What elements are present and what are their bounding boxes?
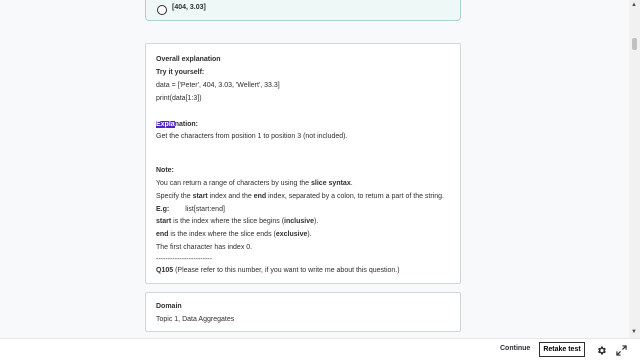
gear-icon[interactable] [596, 343, 607, 355]
scrollbar-thumb[interactable] [632, 38, 637, 50]
scroll-down-arrow-icon[interactable]: ▼ [631, 329, 637, 335]
vertical-scrollbar[interactable]: ▲ ▼ [629, 0, 640, 338]
end-text-pre: is the index where the slice ends ( [168, 231, 276, 238]
scroll-up-arrow-icon[interactable]: ▲ [631, 2, 637, 8]
continue-button[interactable]: Continue [500, 345, 530, 352]
question-id: Q105 [156, 267, 174, 274]
explanation-heading: Overall explanation [156, 56, 221, 63]
exclusive-term: exclusive [275, 231, 308, 238]
end-term: end [253, 193, 267, 200]
footer-bar: Continue Retake test [0, 338, 640, 360]
note-line-1-pre: You can return a range of characters by … [156, 180, 312, 187]
explanation-text: Get the characters from position 1 to po… [156, 133, 348, 140]
slice-syntax-term: slice syntax [311, 180, 351, 187]
start-word: start [156, 218, 172, 225]
note-label: Note: [156, 167, 174, 174]
example-label: E.g: [156, 206, 170, 213]
domain-value: Topic 1, Data Aggregates [156, 316, 235, 323]
explanation-label-rest: nation: [174, 121, 199, 128]
note-line-2-c: index and the [207, 193, 254, 200]
end-description: end is the index where the slice ends (e… [156, 230, 312, 239]
answer-option-text: [404, 3.03] [172, 4, 206, 11]
end-text-post: ). [307, 231, 312, 238]
note-line-2-a: Specify the [156, 193, 193, 200]
expand-icon[interactable] [616, 343, 627, 356]
try-it-label: Try it yourself: [156, 69, 205, 76]
explanation-label: Explanation: [156, 120, 198, 129]
explanation-card: Overall explanation Try it yourself: dat… [145, 43, 461, 284]
answer-option-card[interactable]: [404, 3.03] [145, 0, 461, 21]
domain-card: Domain Topic 1, Data Aggregates [145, 292, 461, 332]
first-char-note: The first character has index 0. [156, 244, 253, 251]
start-text-pre: is the index where the slice begins ( [171, 218, 285, 225]
radio-button[interactable] [157, 5, 167, 15]
retake-test-button[interactable]: Retake test [539, 342, 585, 357]
start-term: start [192, 193, 208, 200]
note-line-2: Specify the start index and the end inde… [156, 192, 444, 201]
text-selection-highlight: Expla [156, 121, 175, 128]
separator-line: ------------------------ [156, 256, 212, 263]
end-word: end [156, 231, 169, 238]
domain-label: Domain [156, 303, 182, 310]
code-line-2: print(data[1:3]) [156, 95, 202, 102]
start-description: start is the index where the slice begin… [156, 217, 318, 226]
note-line-2-e: index, separated by a colon, to return a… [266, 193, 444, 200]
start-text-post: ). [314, 218, 319, 225]
inclusive-term: inclusive [284, 218, 314, 225]
example-line: E.g: list[start:end] [156, 205, 225, 214]
main-content: [404, 3.03] Overall explanation Try it y… [0, 0, 629, 338]
code-line-1: data = ['Peter', 404, 3.03, 'Wellert', 3… [156, 82, 280, 89]
question-id-line: Q105 (Please refer to this number, if yo… [156, 266, 400, 275]
note-line-1-post: . [350, 180, 353, 187]
question-id-text: (Please refer to this number, if you wan… [173, 267, 400, 274]
note-line-1: You can return a range of characters by … [156, 179, 353, 188]
example-code: list[start:end] [185, 206, 225, 213]
